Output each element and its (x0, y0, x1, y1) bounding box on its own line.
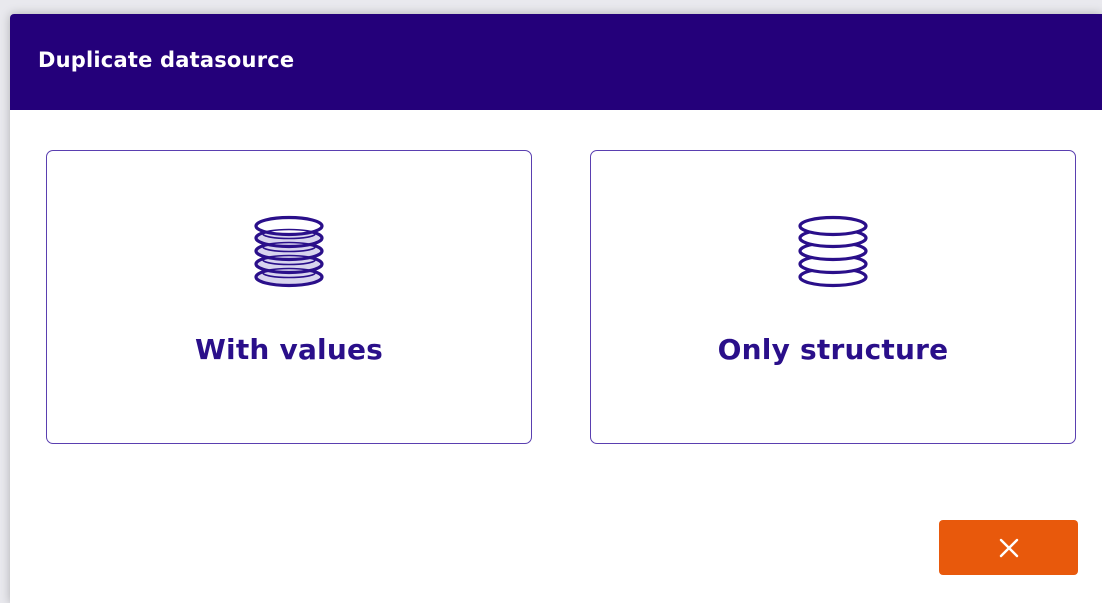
close-icon (999, 538, 1018, 557)
close-button[interactable] (939, 520, 1078, 575)
with-values-option[interactable]: With values (46, 150, 532, 444)
dialog-header: Duplicate datasource (10, 14, 1102, 110)
only-structure-option[interactable]: Only structure (590, 150, 1076, 444)
database-filled-icon (254, 215, 324, 288)
database-outline-icon (798, 215, 868, 288)
dialog-title: Duplicate datasource (38, 48, 295, 72)
duplicate-datasource-dialog: Duplicate datasource With values Only st… (10, 14, 1102, 603)
only-structure-label: Only structure (717, 333, 949, 366)
with-values-label: With values (194, 333, 384, 366)
